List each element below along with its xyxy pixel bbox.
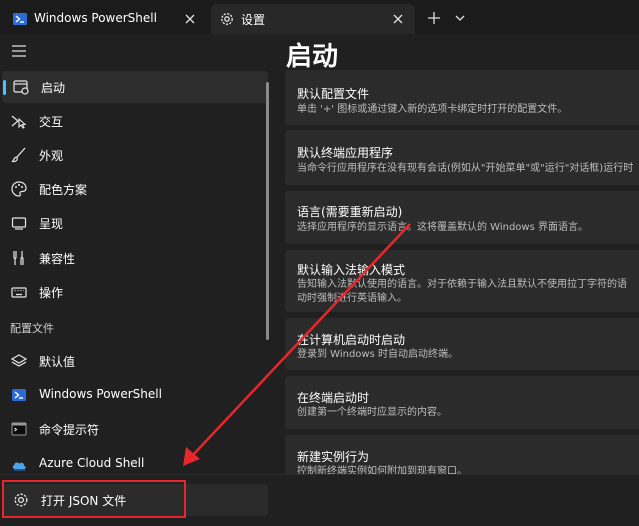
- sidebar-item-label: 配色方案: [39, 183, 88, 197]
- selection-indicator: [3, 80, 6, 95]
- brush-icon: [11, 147, 26, 163]
- card-title: 新建实例行为: [297, 450, 370, 464]
- close-icon[interactable]: [391, 12, 405, 26]
- hamburger-menu-icon[interactable]: [8, 40, 30, 62]
- card-title: 语言(需要重新启动): [297, 205, 403, 219]
- card-description: 单击 '+' 图标或通过键入新的选项卡绑定时打开的配置文件。: [297, 104, 568, 115]
- card-description: 动时强制进行英语输入。: [297, 293, 407, 304]
- annotation-highlight-box: [2, 480, 186, 518]
- tab-title: 设置: [241, 13, 266, 27]
- sidebar-item-label: 命令提示符: [39, 423, 100, 437]
- sidebar-item-color-schemes[interactable]: 配色方案: [0, 173, 268, 205]
- bottom-action-bar: [270, 474, 639, 526]
- sidebar-item-defaults[interactable]: 默认值: [0, 345, 268, 377]
- chevron-down-icon[interactable]: [452, 8, 468, 28]
- tab-windows-powershell[interactable]: Windows PowerShell: [4, 4, 207, 34]
- sidebar-item-compatibility[interactable]: 兼容性: [0, 242, 268, 274]
- card-title: 默认终端应用程序: [297, 146, 394, 160]
- tab-title: Windows PowerShell: [34, 11, 157, 25]
- sidebar-item-label: 操作: [39, 286, 64, 300]
- page-title: 启动: [286, 42, 339, 72]
- sidebar-item-label: 默认值: [39, 355, 76, 369]
- monitor-icon: [11, 217, 27, 230]
- sidebar-item-startup[interactable]: 启动: [2, 71, 268, 103]
- tab-bar: Windows PowerShell 设置: [0, 0, 639, 34]
- card-description: 登录到 Windows 时自动启动终端。: [297, 349, 458, 360]
- sidebar-item-label: 兼容性: [39, 252, 76, 266]
- powershell-icon: [13, 13, 27, 25]
- sidebar-scrollbar[interactable]: [266, 82, 269, 340]
- sidebar-item-rendering[interactable]: 呈现: [0, 207, 268, 239]
- palette-icon: [11, 181, 27, 197]
- keyboard-icon: [11, 287, 27, 298]
- compatibility-icon: [13, 251, 24, 265]
- card-description: 告知输入法默认使用的语言。对于依赖于输入法且默认不使用拉丁字符的语: [297, 279, 627, 290]
- card-title: 默认输入法输入模式: [297, 263, 406, 277]
- sidebar-item-appearance[interactable]: 外观: [0, 139, 268, 171]
- powershell-icon: [12, 389, 26, 401]
- setting-card-on-terminal-launch[interactable]: 在终端启动时 创建第一个终端时应显示的内容。: [285, 376, 639, 429]
- sidebar-item-label: 交互: [39, 115, 64, 129]
- interaction-icon: [11, 115, 27, 129]
- close-icon[interactable]: [183, 12, 197, 26]
- sidebar-item-label: Azure Cloud Shell: [39, 456, 145, 470]
- setting-card-language[interactable]: 语言(需要重新启动) 选择应用程序的显示语言。这将覆盖默认的 Windows 界…: [285, 191, 639, 244]
- startup-icon: [13, 80, 29, 95]
- sidebar-item-label: 呈现: [39, 217, 64, 231]
- card-title: 在计算机启动时启动: [297, 333, 406, 347]
- profiles-section-header: 配置文件: [10, 322, 54, 335]
- sidebar-item-command-prompt[interactable]: 命令提示符: [0, 413, 268, 445]
- sidebar-item-windows-powershell[interactable]: Windows PowerShell: [0, 379, 268, 411]
- card-description: 当命令行应用程序在没有现有会话(例如从"开始菜单"或"运行"对话框)运行时: [297, 163, 634, 174]
- tab-settings[interactable]: 设置: [211, 4, 415, 34]
- setting-card-default-terminal-app[interactable]: 默认终端应用程序 当命令行应用程序在没有现有会话(例如从"开始菜单"或"运行"对…: [285, 130, 639, 185]
- new-tab-button[interactable]: [424, 8, 444, 28]
- layers-icon: [10, 354, 28, 367]
- card-description: 创建第一个终端时应显示的内容。: [297, 407, 447, 418]
- sidebar-item-label: 启动: [41, 81, 66, 95]
- setting-card-default-profile[interactable]: 默认配置文件 单击 '+' 图标或通过键入新的选项卡绑定时打开的配置文件。: [285, 70, 639, 125]
- sidebar-item-actions[interactable]: 操作: [0, 276, 268, 308]
- card-title: 默认配置文件: [297, 87, 370, 101]
- cmd-icon: [11, 422, 27, 436]
- card-description: 选择应用程序的显示语言。这将覆盖默认的 Windows 界面语言。: [297, 222, 588, 233]
- setting-card-launch-on-startup[interactable]: 在计算机启动时启动 登录到 Windows 时自动启动终端。: [285, 318, 639, 370]
- card-title: 在终端启动时: [297, 391, 370, 405]
- gear-icon: [221, 13, 233, 25]
- setting-card-default-ime-mode[interactable]: 默认输入法输入模式 告知输入法默认使用的语言。对于依赖于输入法且默认不使用拉丁字…: [285, 250, 639, 312]
- cloud-icon: [12, 462, 26, 471]
- sidebar-item-label: Windows PowerShell: [39, 387, 162, 401]
- sidebar-item-interaction[interactable]: 交互: [0, 105, 268, 137]
- sidebar-item-label: 外观: [39, 149, 64, 163]
